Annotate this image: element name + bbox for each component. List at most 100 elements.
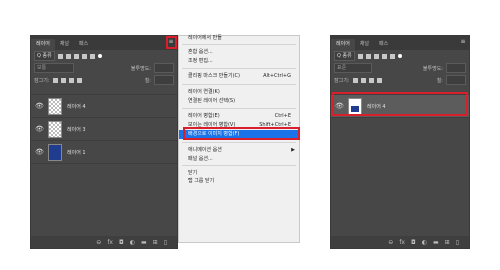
layer-thumbnail bbox=[48, 143, 62, 161]
menu-item-close[interactable]: 닫기 bbox=[179, 169, 299, 177]
fill-field[interactable] bbox=[446, 75, 466, 85]
layer-row[interactable]: 👁 레이어 3 bbox=[31, 117, 177, 140]
fx-icon[interactable]: fx bbox=[107, 239, 113, 246]
layers-panel-left: 레이어 채널 패스 ≡ Q 종류 보통 불투명도: 잠그기: 칠: 👁 레이어 … bbox=[30, 35, 178, 249]
blend-mode-select[interactable]: 보통 bbox=[34, 63, 74, 73]
pixel-filter-icon[interactable] bbox=[357, 53, 363, 59]
lock-label: 잠그기: bbox=[334, 77, 350, 84]
adjustment-filter-icon[interactable] bbox=[365, 53, 371, 59]
lock-image-icon[interactable] bbox=[360, 77, 366, 83]
fill-label: 칠: bbox=[436, 77, 443, 84]
pixel-filter-icon[interactable] bbox=[57, 53, 63, 59]
annotation-highlight-box bbox=[332, 92, 468, 116]
adjustment-filter-icon[interactable] bbox=[65, 53, 71, 59]
menu-item-close-tab-group[interactable]: 탭 그룹 닫기 bbox=[179, 177, 299, 185]
menu-item-merge-layers[interactable]: 레이어 병합(E) Ctrl+E bbox=[179, 112, 299, 120]
panel-footer: ⊖ fx ◘ ◐ ▬ ⊞ ▯ bbox=[331, 236, 469, 248]
filter-kind-select[interactable]: Q 종류 bbox=[334, 51, 355, 61]
lock-image-icon[interactable] bbox=[60, 77, 66, 83]
tab-layers[interactable]: 레이어 bbox=[31, 39, 55, 50]
layer-name: 레이어 1 bbox=[67, 149, 86, 156]
menu-separator bbox=[182, 68, 296, 69]
menu-separator bbox=[182, 165, 296, 166]
panel-tabs: 레이어 채널 패스 bbox=[331, 36, 469, 50]
blend-row: 보통 불투명도: bbox=[31, 62, 177, 74]
visibility-eye-icon[interactable]: 👁 bbox=[35, 125, 44, 133]
menu-separator bbox=[182, 142, 296, 143]
layer-list: 👁 레이어 4 👁 레이어 3 👁 레이어 1 bbox=[31, 94, 177, 164]
mask-icon[interactable]: ◘ bbox=[119, 239, 124, 246]
trash-icon[interactable]: ▯ bbox=[456, 239, 459, 246]
layer-name: 레이어 4 bbox=[67, 103, 86, 110]
menu-item[interactable]: 레이어에서 만들 bbox=[179, 34, 299, 42]
folder-icon[interactable]: ▬ bbox=[433, 239, 439, 246]
panel-tabs: 레이어 채널 패스 bbox=[31, 36, 177, 50]
lock-all-icon[interactable] bbox=[376, 77, 382, 83]
link-layers-icon[interactable]: ⊖ bbox=[96, 239, 101, 246]
menu-item-blending-options[interactable]: 혼합 옵션... bbox=[179, 48, 299, 56]
layer-row[interactable]: 👁 레이어 1 bbox=[31, 140, 177, 164]
type-filter-icon[interactable] bbox=[373, 53, 379, 59]
mask-icon[interactable]: ◘ bbox=[411, 239, 416, 246]
fill-field[interactable] bbox=[154, 75, 174, 85]
adjustment-icon[interactable]: ◐ bbox=[422, 239, 427, 246]
tab-channels[interactable]: 채널 bbox=[355, 39, 374, 50]
fill-label: 칠: bbox=[144, 77, 151, 84]
menu-item-create-clipping-mask[interactable]: 클리핑 마스크 만들기(C) Alt+Ctrl+G bbox=[179, 72, 299, 80]
filter-row: Q 종류 bbox=[31, 50, 177, 62]
lock-transparency-icon[interactable] bbox=[52, 77, 58, 83]
visibility-eye-icon[interactable]: 👁 bbox=[35, 102, 44, 110]
menu-item-link-layers[interactable]: 레이어 연결(K) bbox=[179, 88, 299, 96]
adjustment-icon[interactable]: ◐ bbox=[130, 239, 135, 246]
annotation-highlight-box bbox=[166, 36, 177, 49]
lock-row: 잠그기: 칠: bbox=[31, 74, 177, 86]
shape-filter-icon[interactable] bbox=[81, 53, 87, 59]
opacity-field[interactable] bbox=[446, 63, 466, 73]
tab-layers[interactable]: 레이어 bbox=[331, 39, 355, 50]
menu-item-edit-adjustment[interactable]: 조정 편집... bbox=[179, 57, 299, 65]
link-layers-icon[interactable]: ⊖ bbox=[388, 239, 393, 246]
layers-panel-right: 레이어 채널 패스 ≡ Q 종류 표준 불투명도: 잠그기: 칠: 👁 레이어 … bbox=[330, 35, 470, 249]
panel-menu-icon[interactable]: ≡ bbox=[459, 38, 467, 45]
smart-object-filter-icon[interactable] bbox=[389, 53, 395, 59]
shape-filter-icon[interactable] bbox=[381, 53, 387, 59]
new-layer-icon[interactable]: ⊞ bbox=[153, 239, 158, 246]
lock-all-icon[interactable] bbox=[76, 77, 82, 83]
fx-icon[interactable]: fx bbox=[399, 239, 405, 246]
menu-item-animation-options[interactable]: 애니메이션 옵션 ▶ bbox=[179, 146, 299, 154]
tab-channels[interactable]: 채널 bbox=[55, 39, 74, 50]
menu-item-select-linked[interactable]: 연결된 레이어 선택(S) bbox=[179, 97, 299, 105]
filter-toggle-icon[interactable] bbox=[397, 54, 402, 58]
menu-separator bbox=[182, 108, 296, 109]
lock-label: 잠그기: bbox=[34, 77, 50, 84]
opacity-field[interactable] bbox=[154, 63, 174, 73]
menu-separator bbox=[182, 44, 296, 45]
tab-paths[interactable]: 패스 bbox=[374, 39, 393, 50]
filter-row: Q 종류 bbox=[331, 50, 469, 62]
lock-position-icon[interactable] bbox=[368, 77, 374, 83]
opacity-label: 불투명도: bbox=[130, 65, 151, 72]
filter-toggle-icon[interactable] bbox=[97, 54, 102, 58]
menu-separator bbox=[182, 84, 296, 85]
folder-icon[interactable]: ▬ bbox=[141, 239, 147, 246]
layer-thumbnail bbox=[48, 97, 62, 115]
lock-row: 잠그기: 칠: bbox=[331, 74, 469, 86]
new-layer-icon[interactable]: ⊞ bbox=[445, 239, 450, 246]
type-filter-icon[interactable] bbox=[73, 53, 79, 59]
smart-object-filter-icon[interactable] bbox=[89, 53, 95, 59]
opacity-label: 불투명도: bbox=[422, 65, 443, 72]
blend-row: 표준 불투명도: bbox=[331, 62, 469, 74]
blend-mode-select[interactable]: 표준 bbox=[334, 63, 372, 73]
lock-position-icon[interactable] bbox=[68, 77, 74, 83]
lock-transparency-icon[interactable] bbox=[352, 77, 358, 83]
layer-row[interactable]: 👁 레이어 4 bbox=[31, 94, 177, 117]
trash-icon[interactable]: ▯ bbox=[164, 239, 167, 246]
tab-paths[interactable]: 패스 bbox=[74, 39, 93, 50]
visibility-eye-icon[interactable]: 👁 bbox=[35, 148, 44, 156]
annotation-highlight-box bbox=[183, 127, 300, 140]
menu-item-panel-options[interactable]: 패널 옵션... bbox=[179, 155, 299, 163]
layer-name: 레이어 3 bbox=[67, 126, 86, 133]
panel-footer: ⊖ fx ◘ ◐ ▬ ⊞ ▯ bbox=[31, 236, 177, 248]
filter-kind-select[interactable]: Q 종류 bbox=[34, 51, 55, 61]
layer-thumbnail bbox=[48, 120, 62, 138]
